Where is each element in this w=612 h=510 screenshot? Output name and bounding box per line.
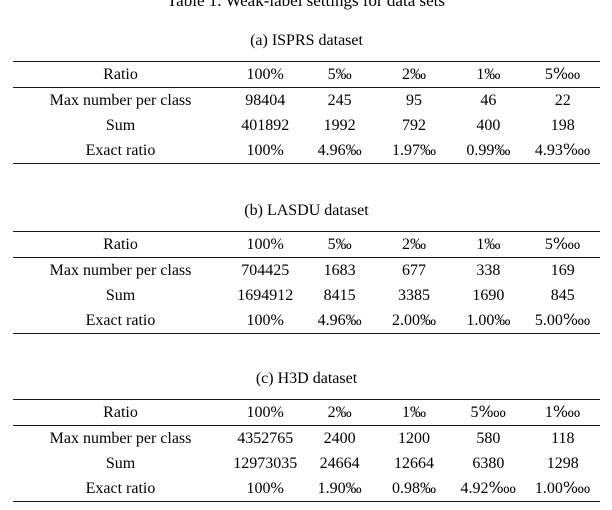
- row-label: Max number per class: [49, 92, 192, 109]
- column-header-ratio: Ratio: [103, 404, 138, 421]
- cell-value: 198: [550, 117, 575, 134]
- table-row: Exact ratio 100% 1.90‰ 0.98‰ 4.92‱ 1.00‱: [13, 476, 600, 502]
- cell-value: 1992: [323, 117, 356, 134]
- cell-value: 169: [550, 262, 575, 279]
- cell-value: 4.93‱: [534, 142, 591, 159]
- subtable-lasdu: (b) LASDU dataset Ratio 100% 5‰ 2‰ 1‰ 5‱…: [13, 200, 600, 334]
- cell-value: 3385: [397, 287, 430, 304]
- column-header-1: 100%: [246, 404, 284, 421]
- cell-value: 677: [401, 262, 426, 279]
- cell-value: 4.92‱: [460, 480, 517, 497]
- subtable-caption-h3d: (c) H3D dataset: [255, 370, 358, 387]
- column-header-4: 1‰: [476, 236, 501, 253]
- row-label: Max number per class: [49, 430, 192, 447]
- table-row: Max number per class 98404 245 95 46 22: [13, 87, 600, 114]
- cell-value: 1200: [397, 430, 430, 447]
- column-header-5: 5‱: [544, 66, 581, 83]
- column-header-ratio: Ratio: [103, 66, 138, 83]
- table-header-row: Ratio 100% 2‰ 1‰ 5‱ 1‱: [13, 399, 600, 426]
- cell-value: 580: [476, 430, 501, 447]
- cell-value: 95: [405, 92, 422, 109]
- table-header-row: Ratio 100% 5‰ 2‰ 1‰ 5‱: [13, 61, 600, 88]
- cell-value: 98404: [245, 92, 286, 109]
- cell-value: 8415: [323, 287, 356, 304]
- table-row: Max number per class 704425 1683 677 338…: [13, 257, 600, 284]
- cell-value: 12664: [393, 455, 434, 472]
- column-header-1: 100%: [246, 236, 284, 253]
- cell-value: 1.97‰: [391, 142, 436, 159]
- row-label: Sum: [105, 455, 136, 472]
- cell-value: 100%: [246, 142, 284, 159]
- table-header-row: Ratio 100% 5‰ 2‰ 1‰ 5‱: [13, 231, 600, 258]
- cell-value: 1683: [323, 262, 356, 279]
- column-header-ratio: Ratio: [103, 236, 138, 253]
- subtable-caption-isprs: (a) ISPRS dataset: [250, 32, 363, 49]
- table-row: Exact ratio 100% 4.96‰ 2.00‰ 1.00‰ 5.00‱: [13, 308, 600, 334]
- cell-value: 1298: [546, 455, 579, 472]
- cell-value: 118: [551, 430, 575, 447]
- column-header-2: 5‰: [327, 66, 352, 83]
- cell-value: 0.98‰: [391, 480, 436, 497]
- table-h3d: Ratio 100% 2‰ 1‰ 5‱ 1‱ Max number per cl…: [13, 399, 600, 502]
- cell-value: 4.96‰: [317, 142, 362, 159]
- column-header-3: 2‰: [401, 66, 426, 83]
- cell-value: 1.90‰: [317, 480, 362, 497]
- cell-value: 2.00‰: [391, 312, 436, 329]
- subtable-isprs: (a) ISPRS dataset Ratio 100% 5‰ 2‰ 1‰ 5‱…: [13, 30, 600, 164]
- column-header-3: 2‰: [401, 236, 426, 253]
- cell-value: 400: [476, 117, 501, 134]
- cell-value: 1694912: [237, 287, 294, 304]
- row-label: Max number per class: [49, 262, 192, 279]
- column-header-1: 100%: [246, 66, 284, 83]
- column-header-2: 2‰: [327, 404, 352, 421]
- table-row: Sum 12973035 24664 12664 6380 1298: [13, 451, 600, 476]
- table-row: Max number per class 4352765 2400 1200 5…: [13, 425, 600, 452]
- table-row: Sum 1694912 8415 3385 1690 845: [13, 283, 600, 308]
- cell-value: 4.96‰: [317, 312, 362, 329]
- cell-value: 401892: [241, 117, 290, 134]
- cell-value: 12973035: [233, 455, 298, 472]
- document-page: Table 1. Weak-label settings for data se…: [0, 0, 612, 510]
- column-header-2: 5‰: [327, 236, 352, 253]
- column-header-5: 1‱: [544, 404, 581, 421]
- cell-value: 2400: [323, 430, 356, 447]
- cell-value: 704425: [241, 262, 290, 279]
- row-label: Exact ratio: [85, 480, 156, 497]
- row-label: Sum: [105, 287, 136, 304]
- cell-value: 245: [327, 92, 352, 109]
- cell-value: 845: [550, 287, 575, 304]
- cell-value: 1.00‱: [534, 480, 591, 497]
- row-label: Exact ratio: [85, 312, 156, 329]
- table-row: Exact ratio 100% 4.96‰ 1.97‰ 0.99‰ 4.93‱: [13, 138, 600, 164]
- column-header-4: 1‰: [476, 66, 501, 83]
- cell-value: 100%: [246, 312, 284, 329]
- cell-value: 22: [554, 92, 571, 109]
- cell-value: 100%: [246, 480, 284, 497]
- cell-value: 5.00‱: [534, 312, 591, 329]
- cell-value: 6380: [472, 455, 505, 472]
- cell-value: 4352765: [237, 430, 294, 447]
- row-label: Sum: [105, 117, 136, 134]
- cell-value: 24664: [319, 455, 360, 472]
- row-label: Exact ratio: [85, 142, 156, 159]
- subtable-caption-lasdu: (b) LASDU dataset: [244, 202, 369, 219]
- column-header-5: 5‱: [544, 236, 581, 253]
- cell-value: 0.99‰: [466, 142, 511, 159]
- cell-value: 1.00‰: [466, 312, 511, 329]
- subtable-h3d: (c) H3D dataset Ratio 100% 2‰ 1‰ 5‱ 1‱ M…: [13, 368, 600, 502]
- table-row: Sum 401892 1992 792 400 198: [13, 113, 600, 138]
- cell-value: 338: [476, 262, 501, 279]
- cell-value: 46: [480, 92, 497, 109]
- column-header-4: 5‱: [470, 404, 507, 421]
- table-main-caption: Table 1. Weak-label settings for data se…: [166, 0, 445, 10]
- cell-value: 1690: [472, 287, 505, 304]
- cell-value: 792: [401, 117, 426, 134]
- table-isprs: Ratio 100% 5‰ 2‰ 1‰ 5‱ Max number per cl…: [13, 61, 600, 164]
- column-header-3: 1‰: [401, 404, 426, 421]
- table-lasdu: Ratio 100% 5‰ 2‰ 1‰ 5‱ Max number per cl…: [13, 231, 600, 334]
